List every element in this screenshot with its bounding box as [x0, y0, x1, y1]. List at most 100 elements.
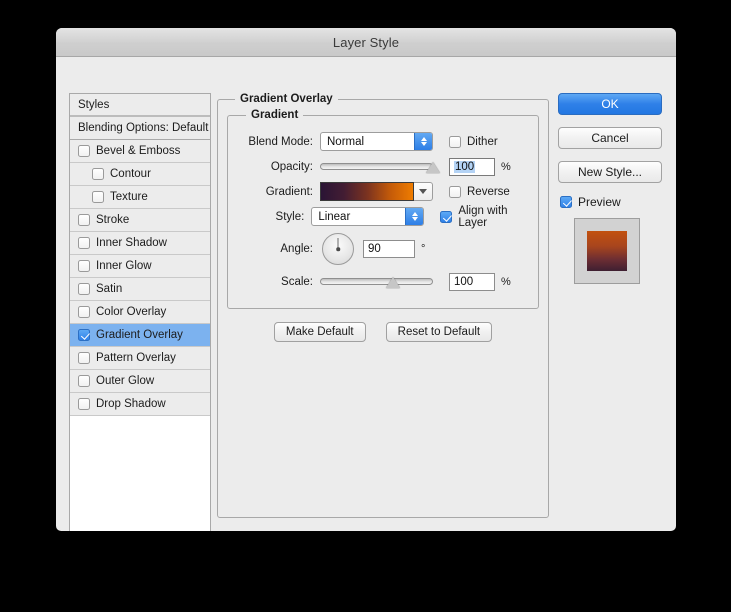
- angle-dial[interactable]: [322, 233, 354, 265]
- make-default-button[interactable]: Make Default: [273, 322, 366, 342]
- effect-checkbox[interactable]: [78, 260, 90, 272]
- sidebar-item-label: Drop Shadow: [96, 398, 166, 410]
- gradient-group: Gradient Blend Mode: Normal Dither Opaci…: [227, 109, 539, 309]
- style-select[interactable]: Linear: [311, 207, 425, 226]
- effect-checkbox[interactable]: [78, 375, 90, 387]
- sidebar-item-color-overlay[interactable]: Color Overlay: [70, 301, 210, 324]
- angle-unit: °: [421, 243, 426, 255]
- style-stepper-icon[interactable]: [405, 208, 424, 225]
- reverse-label: Reverse: [467, 185, 510, 198]
- gradient-legend: Gradient: [251, 109, 299, 121]
- scale-input[interactable]: 100: [449, 272, 495, 291]
- effect-checkbox[interactable]: [92, 168, 104, 180]
- sidebar-item-stroke[interactable]: Stroke: [70, 209, 210, 232]
- sidebar-item-pattern-overlay[interactable]: Pattern Overlay: [70, 347, 210, 370]
- sidebar-item-label: Texture: [110, 191, 148, 203]
- effect-checkbox[interactable]: [78, 352, 90, 364]
- sidebar-item-drop-shadow[interactable]: Drop Shadow: [70, 393, 210, 416]
- sidebar-item-label: Gradient Overlay: [96, 329, 183, 341]
- blend-mode-value: Normal: [327, 135, 365, 148]
- dialog-titlebar[interactable]: Layer Style: [56, 28, 676, 57]
- reverse-checkbox-box[interactable]: [449, 185, 461, 198]
- opacity-slider[interactable]: [320, 159, 440, 175]
- sidebar-item-label: Color Overlay: [96, 306, 167, 318]
- gradient-swatch[interactable]: [320, 182, 414, 201]
- angle-value: 90: [368, 243, 381, 255]
- dither-label: Dither: [467, 135, 498, 148]
- sidebar-item-gradient-overlay[interactable]: Gradient Overlay: [70, 324, 210, 347]
- gradient-picker[interactable]: [320, 182, 433, 201]
- sidebar-item-label: Pattern Overlay: [96, 352, 176, 364]
- sidebar-item-contour[interactable]: Contour: [70, 163, 210, 186]
- opacity-row: Opacity: 100 %: [238, 154, 528, 179]
- sidebar-item-inner-shadow[interactable]: Inner Shadow: [70, 232, 210, 255]
- sidebar-item-label: Contour: [110, 168, 151, 180]
- effect-checkbox[interactable]: [92, 191, 104, 203]
- scale-slider-thumb[interactable]: [386, 276, 401, 288]
- effect-checkbox[interactable]: [78, 329, 90, 341]
- effect-checkbox[interactable]: [78, 306, 90, 318]
- style-value: Linear: [318, 210, 351, 223]
- dither-checkbox-box[interactable]: [449, 135, 461, 148]
- effect-checkbox[interactable]: [78, 398, 90, 410]
- effect-checkbox[interactable]: [78, 237, 90, 249]
- sidebar-item-texture[interactable]: Texture: [70, 186, 210, 209]
- sidebar-item-label: Bevel & Emboss: [96, 145, 181, 157]
- dialog-body: Styles Blending Options: Default Bevel &…: [56, 57, 676, 531]
- preview-checkbox-box[interactable]: [560, 196, 572, 208]
- scale-label: Scale:: [281, 275, 313, 288]
- align-with-layer-checkbox[interactable]: Align with Layer: [440, 205, 528, 229]
- default-buttons-row: Make Default Reset to Default: [227, 322, 539, 342]
- chevron-down-icon: [420, 142, 427, 146]
- reverse-checkbox[interactable]: Reverse: [449, 185, 510, 198]
- sidebar-item-outer-glow[interactable]: Outer Glow: [70, 370, 210, 393]
- gradient-preset-dropdown[interactable]: [414, 182, 433, 201]
- effect-checkbox[interactable]: [78, 145, 90, 157]
- blend-mode-label: Blend Mode:: [248, 135, 313, 148]
- opacity-slider-thumb[interactable]: [426, 161, 440, 173]
- sidebar-item-blending-options[interactable]: Blending Options: Default: [70, 117, 210, 140]
- blend-mode-row: Blend Mode: Normal Dither: [238, 129, 528, 154]
- cancel-button[interactable]: Cancel: [558, 127, 662, 149]
- sidebar-header-styles[interactable]: Styles: [70, 94, 210, 117]
- angle-row: Angle: 90 °: [238, 229, 528, 269]
- scale-slider-track[interactable]: [320, 278, 433, 285]
- reset-to-default-button[interactable]: Reset to Default: [385, 322, 493, 342]
- scale-slider[interactable]: [320, 274, 433, 290]
- sidebar-item-label: Outer Glow: [96, 375, 155, 387]
- effect-checkbox[interactable]: [78, 283, 90, 295]
- styles-sidebar[interactable]: Styles Blending Options: Default Bevel &…: [69, 93, 211, 531]
- preview-checkbox[interactable]: Preview: [560, 195, 666, 209]
- layer-style-dialog: Layer Style Styles Blending Options: Def…: [56, 28, 676, 531]
- sidebar-item-satin[interactable]: Satin: [70, 278, 210, 301]
- sidebar-item-label: Inner Glow: [96, 260, 152, 272]
- blend-mode-stepper-icon[interactable]: [414, 133, 432, 150]
- sidebar-blending-options-label: Blending Options: Default: [78, 122, 209, 134]
- angle-input[interactable]: 90: [363, 240, 415, 258]
- angle-label: Angle:: [280, 243, 313, 255]
- sidebar-item-label: Satin: [96, 283, 123, 295]
- new-style-button[interactable]: New Style...: [558, 161, 662, 183]
- dialog-title: Layer Style: [332, 34, 400, 50]
- sidebar-empty-space: [70, 416, 210, 531]
- opacity-label: Opacity:: [270, 160, 313, 173]
- preview-thumbnail-swatch: [587, 231, 627, 271]
- blend-mode-select[interactable]: Normal: [320, 132, 433, 151]
- dither-checkbox[interactable]: Dither: [449, 135, 498, 148]
- opacity-input[interactable]: 100: [449, 157, 495, 176]
- opacity-value: 100: [454, 160, 476, 173]
- dialog-actions: OK Cancel New Style... Preview: [558, 93, 666, 284]
- opacity-slider-track[interactable]: [320, 163, 433, 170]
- sidebar-item-inner-glow[interactable]: Inner Glow: [70, 255, 210, 278]
- align-with-layer-label: Align with Layer: [458, 204, 508, 229]
- gradient-row: Gradient: Reverse: [238, 179, 528, 204]
- ok-button[interactable]: OK: [558, 93, 662, 115]
- chevron-down-icon: [411, 217, 418, 221]
- sidebar-item-label: Inner Shadow: [96, 237, 167, 249]
- effect-checkbox[interactable]: [78, 214, 90, 226]
- sidebar-item-bevel-emboss[interactable]: Bevel & Emboss: [70, 140, 210, 163]
- preview-label: Preview: [578, 195, 621, 209]
- align-with-layer-checkbox-box[interactable]: [440, 210, 453, 223]
- chevron-down-icon: [419, 189, 427, 194]
- angle-dial-hub: [336, 247, 340, 251]
